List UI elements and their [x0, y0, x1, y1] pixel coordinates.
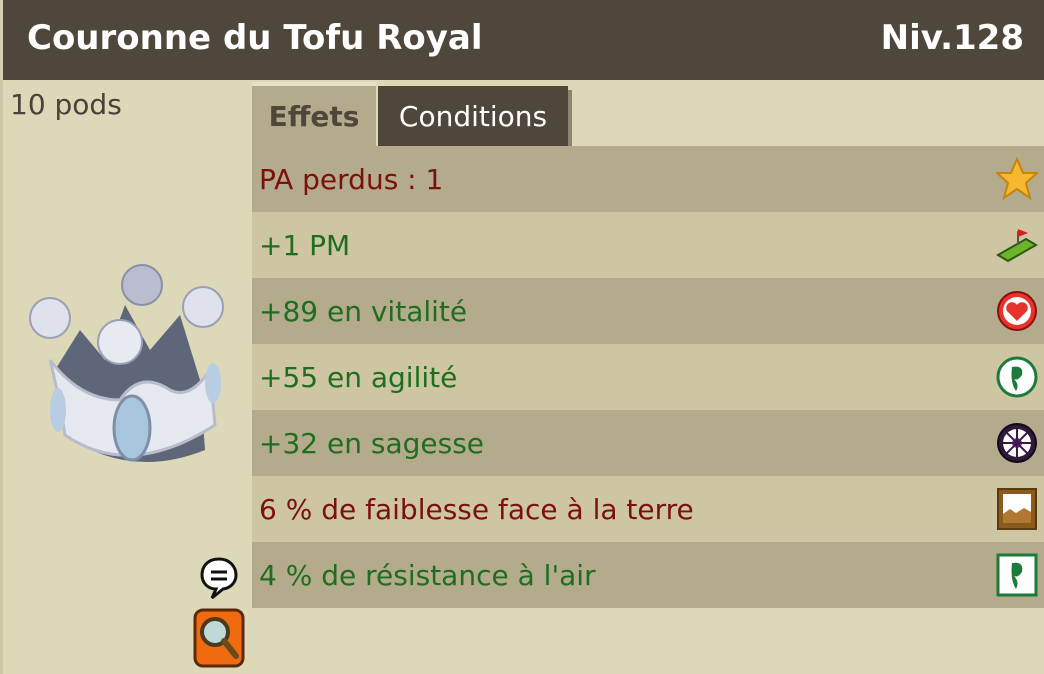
chat-bubble-icon[interactable] — [199, 556, 239, 600]
effect-row: +89 en vitalité — [252, 278, 1044, 344]
effect-text: +89 en vitalité — [259, 294, 468, 328]
title-bar: Couronne du Tofu Royal Niv.128 — [0, 0, 1044, 80]
effect-text: +1 PM — [259, 228, 351, 262]
tab-effets[interactable]: Effets — [252, 82, 376, 146]
item-weight: 10 pods — [10, 88, 122, 121]
item-level: Niv.128 — [880, 18, 1024, 58]
earth-resistance-icon — [997, 488, 1037, 530]
effects-list: PA perdus : 1 +1 PM +89 en vitalité +55 … — [252, 146, 1044, 608]
effect-text: 4 % de résistance à l'air — [259, 558, 596, 592]
effect-text: PA perdus : 1 — [259, 162, 444, 196]
effect-row: +1 PM — [252, 212, 1044, 278]
effect-row: PA perdus : 1 — [252, 146, 1044, 212]
star-icon — [996, 157, 1038, 201]
crown-item-image — [29, 264, 224, 462]
wisdom-icon — [997, 423, 1037, 463]
effect-row: +32 en sagesse — [252, 410, 1044, 476]
item-name: Couronne du Tofu Royal — [27, 18, 483, 58]
movement-points-icon — [996, 229, 1038, 263]
agility-icon — [996, 356, 1038, 398]
magnifier-icon[interactable] — [193, 608, 245, 668]
effect-text: +32 en sagesse — [259, 426, 485, 460]
effect-row: 6 % de faiblesse face à la terre — [252, 476, 1044, 542]
heart-icon — [997, 291, 1037, 331]
effect-row: 4 % de résistance à l'air — [252, 542, 1044, 608]
air-resistance-icon — [996, 553, 1038, 597]
effect-text: +55 en agilité — [259, 360, 458, 394]
effect-text: 6 % de faiblesse face à la terre — [259, 492, 694, 526]
effect-row: +55 en agilité — [252, 344, 1044, 410]
tab-conditions[interactable]: Conditions — [378, 86, 568, 146]
effects-list-empty-area — [252, 608, 1044, 674]
